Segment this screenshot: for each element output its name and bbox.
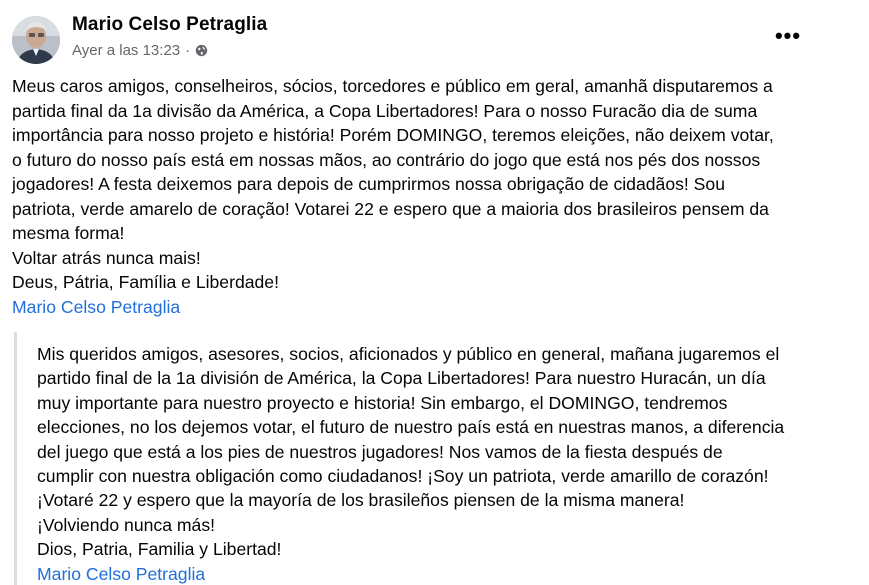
post-body-line: mesma forma!: [12, 223, 125, 243]
post-body-line: jogadores! A festa deixemos para depois …: [12, 174, 725, 194]
post-body-line: partida final da 1a divisão da América, …: [12, 100, 758, 121]
globe-icon[interactable]: [195, 44, 208, 57]
translation-line: partido final de la 1a división de Améri…: [37, 368, 766, 389]
author-name[interactable]: Mario Celso Petraglia: [72, 14, 267, 36]
post-body-line: o futuro do nosso país está em nossas mã…: [12, 149, 761, 170]
post-body: Meus caros amigos, conselheiros, sócios,…: [12, 74, 857, 319]
translation-line: muy importante para nuestro proyecto e h…: [37, 392, 728, 413]
translation-line: elecciones, no los dejemos votar, el fut…: [37, 417, 785, 438]
translation-line: Mis queridos amigos, asesores, socios, a…: [37, 344, 780, 364]
post-body-line: Voltar atrás nunca mais!: [12, 247, 201, 268]
translation-text: Mis queridos amigos, asesores, socios, a…: [37, 342, 814, 585]
avatar-photo: [12, 16, 60, 64]
post-body-line: Deus, Pátria, Família e Liberdade!: [12, 272, 279, 292]
translation-line: ¡Volviendo nunca más!: [37, 514, 215, 535]
post-body-line: importância para nosso projeto e históri…: [12, 125, 774, 145]
meta-separator: ·: [185, 42, 191, 59]
translation-mention-link[interactable]: Mario Celso Petraglia: [37, 562, 814, 585]
translation-line: Dios, Patria, Familia y Libertad!: [37, 539, 282, 560]
post-body-line: Meus caros amigos, conselheiros, sócios,…: [12, 76, 773, 96]
more-horizontal-icon[interactable]: •••: [772, 22, 804, 50]
translation-line: cumplir con nuestra obligación como ciud…: [37, 466, 769, 487]
post-timestamp[interactable]: Ayer a las 13:23: [72, 42, 180, 59]
translation-line: ¡Votaré 22 y espero que la mayoría de lo…: [37, 490, 685, 511]
post-body-line: patriota, verde amarelo de coração! Vota…: [12, 198, 769, 219]
avatar[interactable]: [12, 16, 60, 64]
translation-line: del juego que está a los pies de nuestro…: [37, 441, 723, 462]
post-meta: Ayer a las 13:23 ·: [72, 42, 208, 59]
author-mention-link[interactable]: Mario Celso Petraglia: [12, 297, 180, 317]
translation-quote: Mis queridos amigos, asesores, socios, a…: [14, 332, 814, 585]
facebook-post: Mario Celso Petraglia Ayer a las 13:23 ·…: [0, 0, 869, 585]
